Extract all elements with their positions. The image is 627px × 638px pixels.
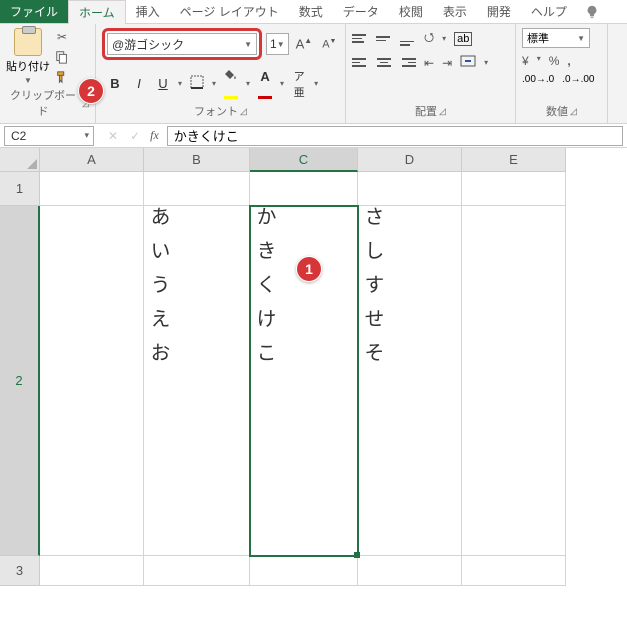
formula-bar[interactable]: かきくけこ bbox=[167, 126, 623, 146]
col-header-c[interactable]: C bbox=[250, 148, 358, 172]
tab-data[interactable]: データ bbox=[333, 0, 389, 23]
cut-icon[interactable]: ✂ bbox=[54, 30, 70, 44]
font-color-button[interactable]: A bbox=[256, 69, 274, 99]
copy-icon[interactable] bbox=[54, 50, 70, 64]
tab-view[interactable]: 表示 bbox=[433, 0, 477, 23]
align-top-icon[interactable] bbox=[352, 32, 368, 46]
tab-page-layout[interactable]: ページ レイアウト bbox=[170, 0, 289, 23]
bold-button[interactable]: B bbox=[106, 76, 124, 91]
tell-me-icon[interactable] bbox=[577, 0, 607, 23]
cell-a1[interactable] bbox=[40, 172, 144, 206]
cell-d3[interactable] bbox=[358, 556, 462, 586]
cell-a2[interactable] bbox=[40, 206, 144, 556]
italic-button[interactable]: I bbox=[130, 76, 148, 91]
paste-dropdown-icon[interactable]: ▼ bbox=[24, 76, 32, 85]
col-header-b[interactable]: B bbox=[144, 148, 250, 172]
tab-formulas[interactable]: 数式 bbox=[289, 0, 333, 23]
chevron-down-icon: ▼ bbox=[244, 40, 252, 49]
font-name-selector[interactable]: @游ゴシック ▼ bbox=[107, 33, 257, 55]
worksheet-grid[interactable]: A B C D E 1 2 あいうえお かきくけこ さしすせそ 3 bbox=[0, 148, 627, 586]
shrink-font-icon[interactable]: A▼ bbox=[319, 38, 339, 51]
number-launcher-icon[interactable]: ◿ bbox=[570, 106, 577, 117]
percent-icon[interactable]: % bbox=[549, 54, 560, 68]
increase-indent-icon[interactable]: ⇥ bbox=[442, 56, 452, 70]
cell-c1[interactable] bbox=[250, 172, 358, 206]
clipboard-icon bbox=[14, 28, 42, 56]
fill-color-button[interactable] bbox=[222, 69, 240, 99]
cell-e2[interactable] bbox=[462, 206, 566, 556]
tab-insert[interactable]: 挿入 bbox=[126, 0, 170, 23]
cell-e1[interactable] bbox=[462, 172, 566, 206]
orientation-icon[interactable]: ⭯ bbox=[424, 28, 434, 49]
font-name-highlight: @游ゴシック ▼ bbox=[102, 28, 262, 60]
col-header-d[interactable]: D bbox=[358, 148, 462, 172]
increase-decimal-icon[interactable]: .00→.0 bbox=[522, 74, 554, 85]
tab-home[interactable]: ホーム bbox=[68, 0, 126, 24]
callout-badge-1: 1 bbox=[296, 256, 322, 282]
font-launcher-icon[interactable]: ◿ bbox=[240, 106, 247, 117]
cell-b2[interactable]: あいうえお bbox=[144, 206, 250, 556]
row-header-2[interactable]: 2 bbox=[0, 206, 40, 556]
tab-help[interactable]: ヘルプ bbox=[521, 0, 577, 23]
border-button[interactable] bbox=[188, 75, 206, 92]
merge-icon[interactable] bbox=[460, 55, 476, 70]
grow-font-icon[interactable]: A▲ bbox=[293, 36, 316, 51]
alignment-label: 配置 bbox=[415, 103, 437, 119]
clipboard-label: クリップボード bbox=[6, 87, 80, 119]
font-size-selector[interactable]: 1 ▼ bbox=[266, 33, 289, 55]
accounting-format-icon[interactable]: ¥ bbox=[522, 54, 529, 68]
cancel-formula-icon: ✕ bbox=[102, 129, 124, 143]
cell-c3[interactable] bbox=[250, 556, 358, 586]
paste-button[interactable]: 貼り付け ▼ bbox=[6, 28, 50, 85]
tab-developer[interactable]: 開発 bbox=[477, 0, 521, 23]
enter-formula-icon: ✓ bbox=[124, 129, 146, 143]
number-format-selector[interactable]: 標準▼ bbox=[522, 28, 590, 48]
col-header-a[interactable]: A bbox=[40, 148, 144, 172]
name-box[interactable]: C2 bbox=[4, 126, 94, 146]
cell-a3[interactable] bbox=[40, 556, 144, 586]
cell-d2[interactable]: さしすせそ bbox=[358, 206, 462, 556]
row-header-3[interactable]: 3 bbox=[0, 556, 40, 586]
cell-b3[interactable] bbox=[144, 556, 250, 586]
phonetic-button[interactable]: ア亜 bbox=[290, 68, 308, 100]
fx-icon[interactable]: fx bbox=[146, 128, 163, 143]
alignment-launcher-icon[interactable]: ◿ bbox=[439, 106, 446, 117]
align-middle-icon[interactable] bbox=[376, 32, 392, 46]
cell-d1[interactable] bbox=[358, 172, 462, 206]
align-center-icon[interactable] bbox=[376, 56, 392, 70]
wrap-text-icon[interactable]: ab bbox=[454, 32, 472, 46]
number-label: 数値 bbox=[546, 103, 568, 119]
col-header-e[interactable]: E bbox=[462, 148, 566, 172]
font-label: フォント bbox=[194, 103, 238, 119]
tab-review[interactable]: 校閲 bbox=[389, 0, 433, 23]
decrease-decimal-icon[interactable]: .0→.00 bbox=[562, 74, 594, 85]
align-right-icon[interactable] bbox=[400, 56, 416, 70]
cell-e3[interactable] bbox=[462, 556, 566, 586]
tab-file[interactable]: ファイル bbox=[0, 0, 68, 23]
chevron-down-icon: ▼ bbox=[277, 40, 285, 49]
cell-b1[interactable] bbox=[144, 172, 250, 206]
underline-button[interactable]: U bbox=[154, 76, 172, 91]
align-bottom-icon[interactable] bbox=[400, 32, 416, 46]
align-left-icon[interactable] bbox=[352, 56, 368, 70]
callout-badge-2: 2 bbox=[78, 78, 104, 104]
row-header-1[interactable]: 1 bbox=[0, 172, 40, 206]
comma-icon[interactable]: , bbox=[567, 54, 570, 68]
format-painter-icon[interactable] bbox=[54, 70, 70, 84]
decrease-indent-icon[interactable]: ⇤ bbox=[424, 56, 434, 70]
select-all-corner[interactable] bbox=[0, 148, 40, 172]
